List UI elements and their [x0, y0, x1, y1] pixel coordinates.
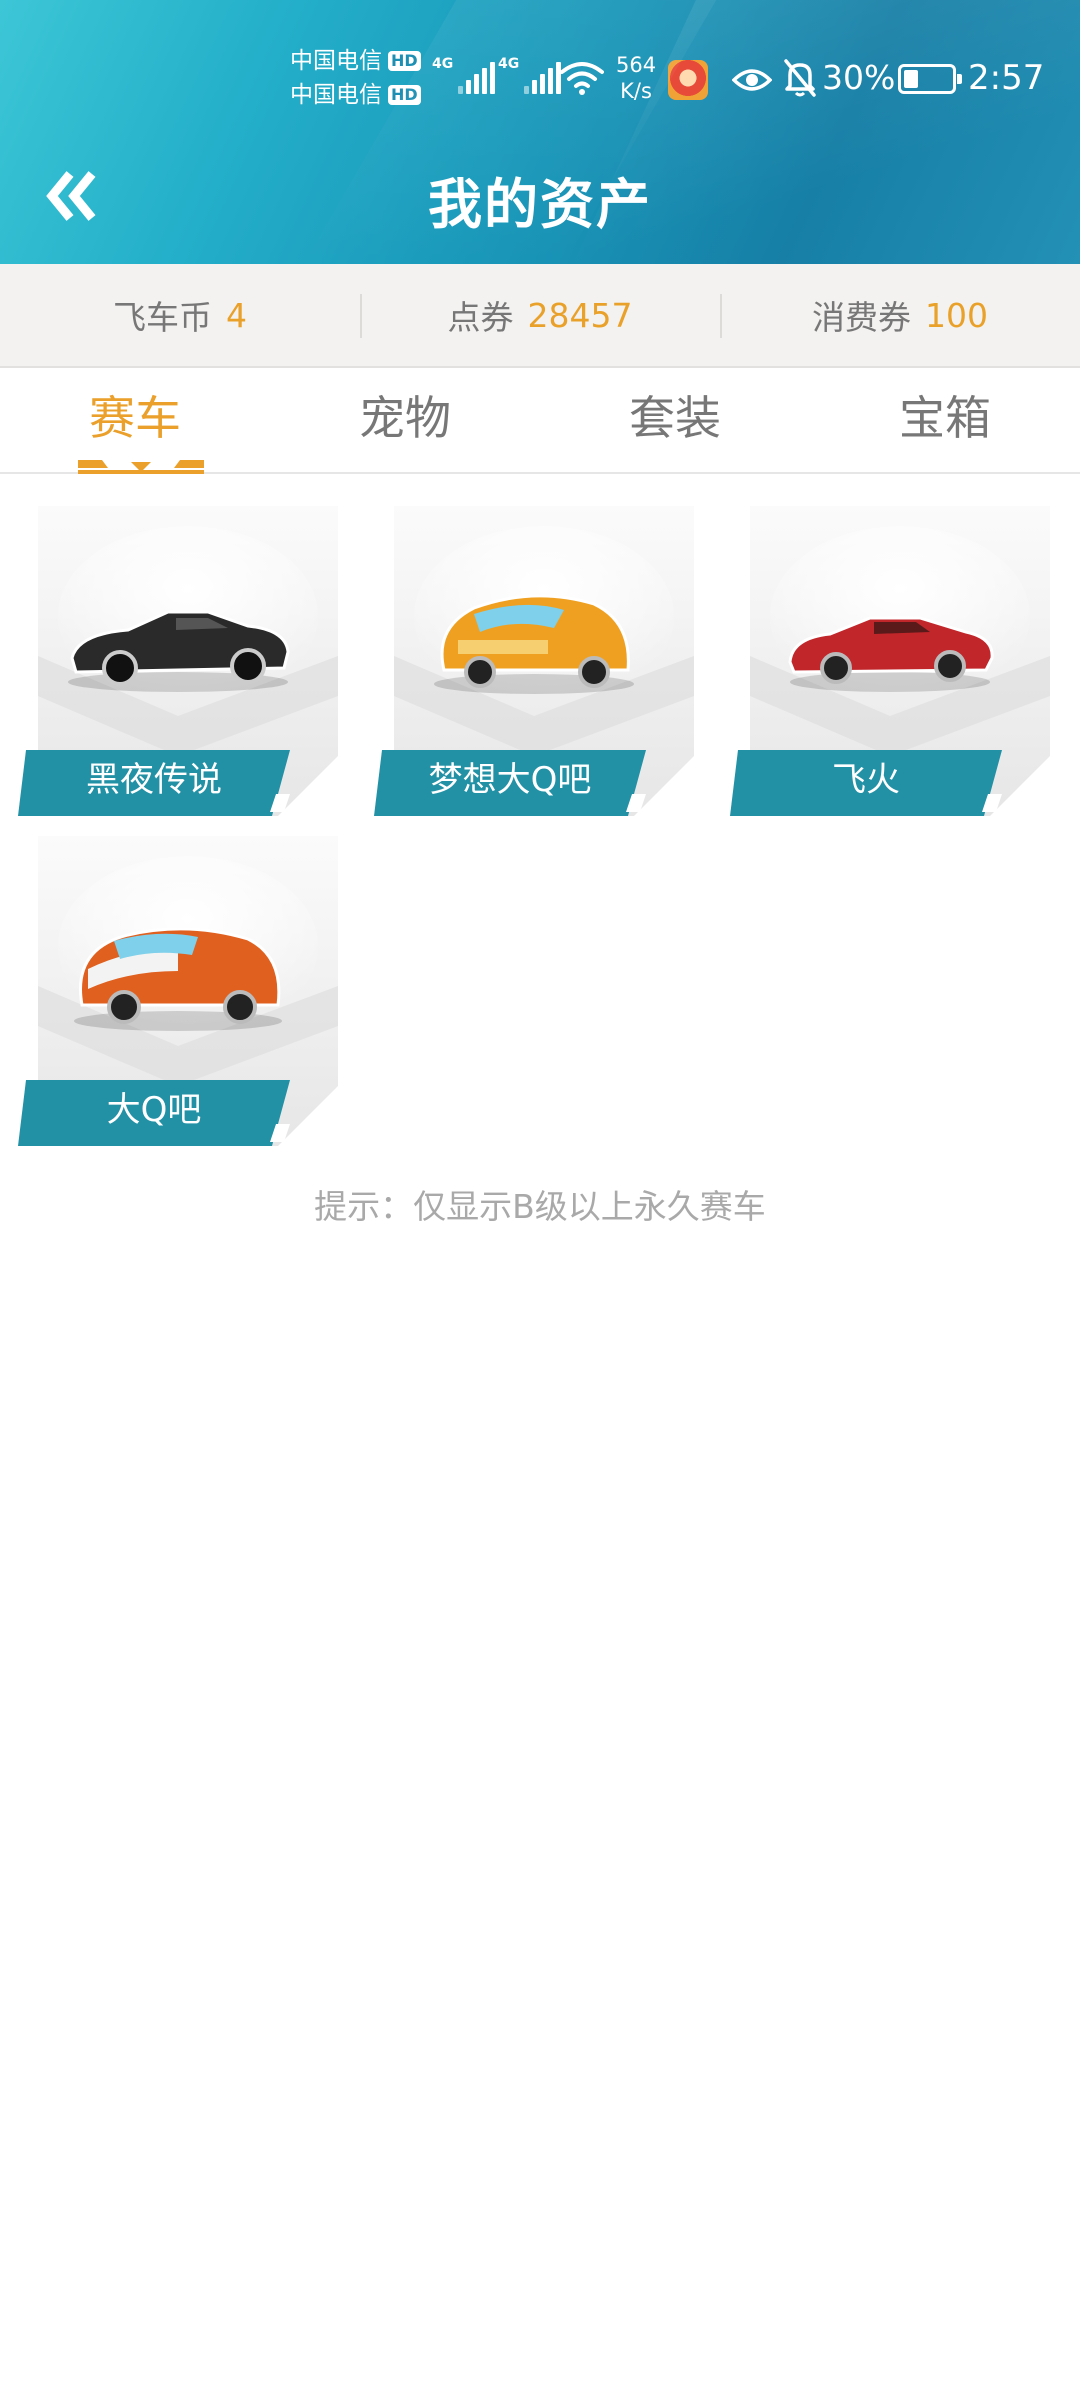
currency-value: 4 [226, 295, 247, 335]
active-tab-indicator [78, 460, 204, 474]
car-name: 飞火 [832, 760, 900, 800]
bell-off-icon [784, 59, 816, 97]
speed-unit: K/s [620, 79, 652, 103]
currency-label: 点券 [447, 298, 514, 337]
car-name: 黑夜传说 [86, 760, 222, 800]
battery-fill [904, 70, 918, 88]
car-card[interactable]: 黑夜传说 [18, 506, 338, 816]
car-image-red [788, 616, 994, 692]
tab-chests[interactable]: 宝箱 [810, 370, 1080, 472]
car-name: 大Q吧 [106, 1090, 202, 1130]
car-card[interactable]: 梦想大Q吧 [374, 506, 694, 816]
carrier-name: 中国电信 [290, 82, 382, 108]
network-speed: 564 K/s [616, 52, 656, 104]
car-card[interactable]: 大Q吧 [18, 836, 338, 1146]
currency-bar: 飞车币 4 点券 28457 消费券 100 [0, 264, 1080, 368]
eye-icon [732, 69, 772, 91]
hd-badge: HD [388, 85, 421, 105]
network-type: 4G [432, 56, 454, 72]
tab-pets[interactable]: 宠物 [270, 370, 540, 472]
hd-badge: HD [388, 51, 421, 71]
car-card[interactable]: 飞火 [730, 506, 1050, 816]
currency-label: 消费券 [812, 298, 911, 337]
game-app-icon [668, 60, 708, 100]
battery-icon [898, 64, 962, 94]
speed-value: 564 [616, 53, 657, 77]
currency-feiche-coin: 飞车币 4 [0, 264, 360, 366]
battery-percent: 30% [822, 58, 896, 97]
tab-outfits[interactable]: 套装 [540, 370, 810, 472]
page-title: 我的资产 [428, 173, 652, 236]
currency-label: 飞车币 [113, 298, 212, 337]
currency-value: 100 [925, 295, 988, 335]
car-name: 梦想大Q吧 [428, 760, 592, 800]
car-image-orange-van [74, 927, 282, 1031]
currency-voucher: 消费券 100 [720, 264, 1080, 366]
signal-icon: 4G [432, 56, 496, 94]
wifi-icon [560, 62, 604, 95]
header: 中国电信 HD 中国电信 HD 4G 4G 564 K/s 30% 2:57 我… [0, 0, 1080, 264]
carrier-name: 中国电信 [290, 48, 382, 74]
signal-icon: 4G [498, 56, 562, 94]
car-image-orange-bus [434, 594, 634, 694]
currency-points: 点券 28457 [360, 264, 720, 366]
car-image-black [68, 610, 290, 692]
network-type: 4G [498, 56, 520, 72]
clock: 2:57 [968, 58, 1045, 98]
carrier-info: 中国电信 HD 中国电信 HD [290, 44, 421, 112]
status-bar: 中国电信 HD 中国电信 HD 4G 4G 564 K/s 30% 2:57 [0, 40, 1080, 120]
currency-value: 28457 [527, 295, 633, 335]
hint-text: 提示：仅显示B级以上永久赛车 [314, 1187, 766, 1226]
